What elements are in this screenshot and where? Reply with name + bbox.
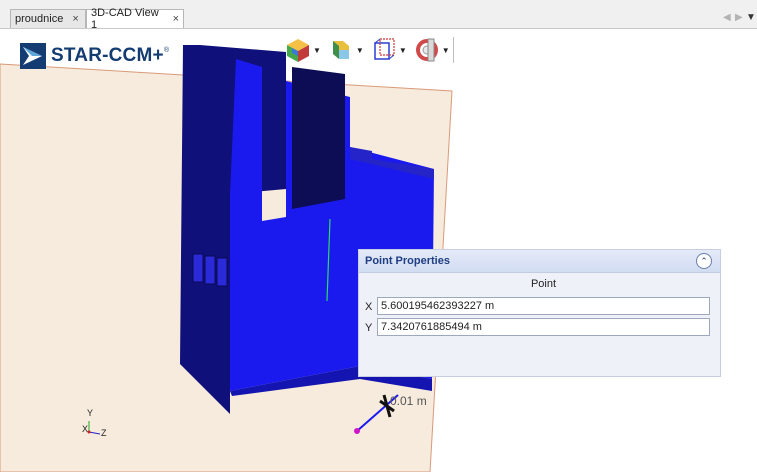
model-slot-face: [292, 67, 345, 209]
axis-y-label: Y: [87, 408, 94, 418]
x-label: X: [365, 301, 373, 313]
shape-button[interactable]: ▼: [327, 36, 364, 64]
tab-label: 3D-CAD View 1: [91, 7, 159, 31]
section-button[interactable]: ▼: [413, 36, 454, 64]
view-toolbar: ▼ ▼ ▼ ▼: [284, 34, 460, 66]
section-icon: [415, 38, 438, 62]
tab-list-icon[interactable]: ▼: [746, 12, 756, 23]
y-label: Y: [365, 322, 373, 334]
tab-proudnice[interactable]: proudnice ×: [10, 9, 86, 28]
close-icon[interactable]: ×: [173, 13, 179, 25]
shape-icon: [332, 41, 349, 59]
scale-label: 0.01 m: [390, 394, 427, 408]
axis-z-label: Z: [101, 428, 107, 438]
model-window: [216, 257, 228, 287]
star-ccm-logo: STAR-CCM+ ®: [20, 43, 169, 69]
tab-3d-cad-view[interactable]: 3D-CAD View 1 ×: [86, 7, 184, 31]
close-icon[interactable]: ×: [72, 13, 78, 25]
axis-x-label: X: [82, 424, 89, 434]
bounding-box-button[interactable]: ▼: [370, 36, 407, 64]
chevron-down-icon[interactable]: ▼: [442, 46, 450, 55]
tab-prev-icon[interactable]: ◀: [723, 12, 731, 23]
collapse-icon[interactable]: ⌃: [696, 253, 712, 269]
point-column-header: Point: [530, 278, 557, 290]
tab-label: proudnice: [15, 13, 64, 25]
3d-cad-viewport[interactable]: STAR-CCM+ ® ▼ ▼ ▼ ▼ Point Properties ⌃ P…: [0, 29, 757, 472]
chevron-down-icon[interactable]: ▼: [356, 46, 364, 55]
model-window: [204, 255, 216, 285]
point-properties-panel: Point Properties ⌃ Point X 5.60019546239…: [358, 249, 721, 377]
view-cube-button[interactable]: ▼: [284, 36, 321, 64]
bounding-box-icon: [374, 38, 395, 60]
star-ccm-logo-icon: [20, 43, 46, 69]
view-cube-icon: [287, 39, 309, 62]
panel-title: Point Properties: [365, 255, 450, 267]
logo-text: STAR-CCM+: [51, 45, 164, 66]
tab-bar: proudnice × 3D-CAD View 1 × ◀ ▶ ▼: [0, 0, 757, 31]
panel-header: Point Properties ⌃: [359, 250, 720, 273]
tab-next-icon[interactable]: ▶: [735, 12, 743, 23]
model-window: [192, 253, 204, 283]
scale-origin: [354, 428, 360, 434]
toolbar-divider: [452, 37, 454, 63]
chevron-down-icon[interactable]: ▼: [399, 46, 407, 55]
y-coordinate-field[interactable]: 7.3420761885494 m: [377, 318, 710, 336]
chevron-down-icon[interactable]: ▼: [313, 46, 321, 55]
logo-trademark: ®: [163, 47, 169, 54]
x-coordinate-field[interactable]: 5.600195462393227 m: [377, 297, 710, 315]
